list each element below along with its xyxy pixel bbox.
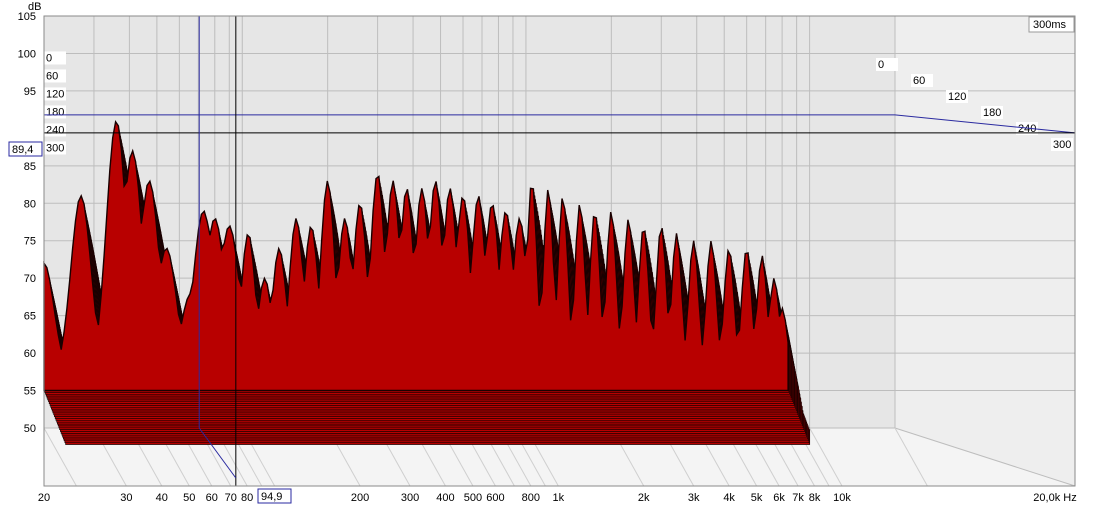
x-tick-label: 60 <box>206 492 218 504</box>
x-tick-label: 30 <box>120 492 132 504</box>
time-label-right: 300 <box>1053 139 1071 151</box>
x-tick-label: 70 <box>225 492 237 504</box>
time-label-right: 120 <box>948 91 966 103</box>
x-tick-label: 20 <box>38 492 50 504</box>
x-tick-label: 6k <box>773 492 785 504</box>
y-axis-unit: dB <box>28 1 41 13</box>
x-tick-label: 300 <box>401 492 419 504</box>
x-tick-label: 7k <box>792 492 804 504</box>
x-tick-label: 1k <box>553 492 565 504</box>
x-tick-label: 500 <box>464 492 482 504</box>
time-label-left: 180 <box>46 106 64 118</box>
time-label-right: 0 <box>878 59 884 71</box>
y-tick-label: 75 <box>24 236 36 248</box>
time-label-left: 120 <box>46 88 64 100</box>
y-tick-label: 55 <box>24 386 36 398</box>
cursor-level-label: 89,4 <box>12 144 33 156</box>
time-label-right: 180 <box>983 107 1001 119</box>
time-label-left: 300 <box>46 142 64 154</box>
x-tick-label: 800 <box>522 492 540 504</box>
x-tick-label: 10k <box>833 492 851 504</box>
corner-label: 300ms <box>1033 19 1067 31</box>
x-tick-label: 8k <box>809 492 821 504</box>
y-tick-label: 70 <box>24 273 36 285</box>
x-tick-label: 400 <box>436 492 454 504</box>
x-tick-label: 2k <box>638 492 650 504</box>
cursor-freq-label: 94,9 <box>261 491 282 503</box>
x-tick-label: 40 <box>156 492 168 504</box>
y-tick-label: 65 <box>24 311 36 323</box>
y-tick-label: 85 <box>24 161 36 173</box>
x-tick-label: 600 <box>486 492 504 504</box>
time-label-left: 60 <box>46 70 58 82</box>
x-tick-label: 5k <box>751 492 763 504</box>
time-label-left: 0 <box>46 52 52 64</box>
x-tick-label: 50 <box>183 492 195 504</box>
y-tick-label: 95 <box>24 86 36 98</box>
x-tick-label: 3k <box>688 492 700 504</box>
x-tick-label: 80 <box>241 492 253 504</box>
y-tick-label: 60 <box>24 348 36 360</box>
time-label-left: 240 <box>46 124 64 136</box>
waterfall-chart: 10510095858075706560555020 30 40 50 60 70 80 20… <box>0 0 1095 507</box>
y-tick-label: 100 <box>18 48 36 60</box>
x-tick-label: 4k <box>723 492 735 504</box>
x-tick-label: 200 <box>351 492 369 504</box>
y-tick-label: 80 <box>24 198 36 210</box>
time-label-right: 60 <box>913 75 925 87</box>
y-tick-label: 50 <box>24 423 36 435</box>
x-tick-label: 20,0k Hz <box>1033 492 1076 504</box>
